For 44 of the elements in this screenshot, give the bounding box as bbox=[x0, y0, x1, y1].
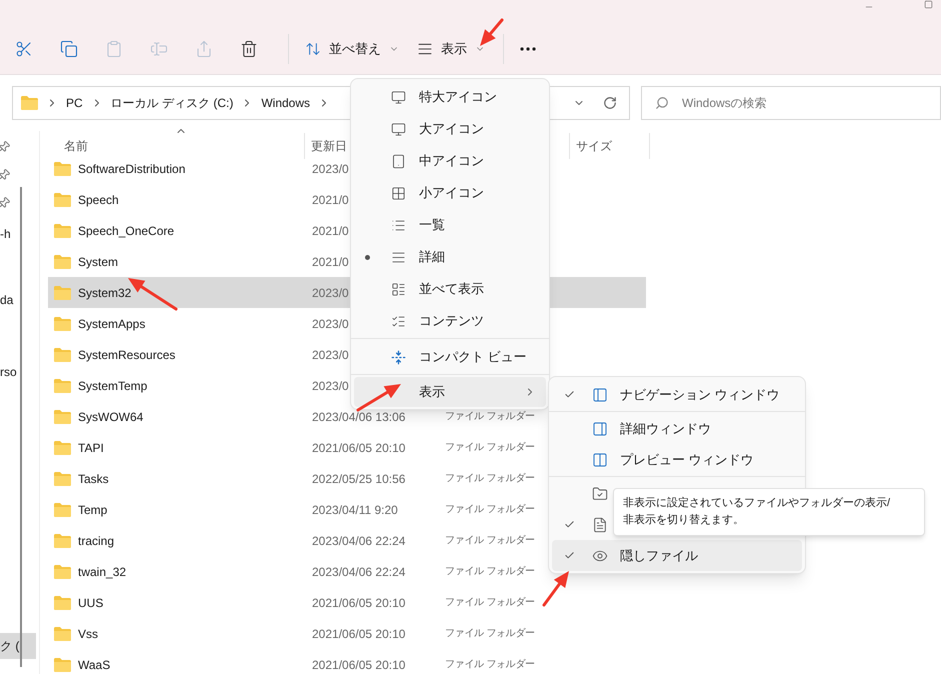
type-cell-text: ファイル フォルダー bbox=[445, 503, 535, 517]
type-cell-text: ファイル フォルダー bbox=[445, 472, 535, 486]
file-name: UUS bbox=[78, 594, 104, 612]
file-name: SysWOW64 bbox=[78, 408, 144, 426]
file-name: Tasks bbox=[78, 470, 109, 488]
type-cell-text: ファイル フォルダー bbox=[445, 658, 535, 672]
date-cell: 2023/04/11 9:20 bbox=[312, 502, 398, 516]
tooltip-text: 非表示に設定されているファイルやフォルダーの表示/ 非表示を切り替えます。 bbox=[623, 497, 890, 526]
file-name: twain_32 bbox=[78, 564, 126, 580]
file-name: WaaS bbox=[78, 656, 110, 674]
file-name: tracing bbox=[78, 532, 114, 550]
file-name: System bbox=[78, 254, 118, 270]
date-cell: 2022/05/25 10:56 bbox=[312, 472, 406, 486]
file-name: SystemApps bbox=[78, 316, 146, 332]
date-cell: 2023/0 bbox=[312, 286, 349, 300]
file-name: SoftwareDistribution bbox=[78, 160, 186, 178]
type-cell-text: ファイル フォルダー bbox=[445, 410, 535, 424]
file-name: Speech bbox=[78, 192, 119, 208]
date-cell: 2021/0 bbox=[312, 254, 349, 268]
date-cell: 2023/0 bbox=[312, 316, 349, 330]
file-name: System32 bbox=[78, 284, 132, 302]
file-name: Speech_OneCore bbox=[78, 222, 174, 240]
file-name: SystemResources bbox=[78, 346, 176, 364]
date-cell: 2023/04/06 13:06 bbox=[312, 410, 406, 424]
date-cell: 2023/0 bbox=[312, 378, 349, 392]
type-cell-text: ファイル フォルダー bbox=[445, 627, 535, 641]
file-name: SystemTemp bbox=[78, 378, 148, 394]
type-cell-text: ファイル フォルダー bbox=[445, 596, 535, 610]
type-cell-text: ファイル フォルダー bbox=[445, 565, 535, 579]
date-cell: 2021/06/05 20:10 bbox=[312, 626, 406, 640]
date-cell: 2021/06/05 20:10 bbox=[312, 596, 406, 610]
date-cell: 2023/04/06 22:24 bbox=[312, 534, 406, 548]
date-cell: 2023/0 bbox=[312, 348, 349, 362]
file-name: Temp bbox=[78, 502, 108, 518]
date-cell: 2021/0 bbox=[312, 224, 349, 238]
date-cell: 2021/0 bbox=[312, 192, 349, 206]
type-cell-text: ファイル フォルダー bbox=[445, 441, 535, 455]
type-cell-text: ファイル フォルダー bbox=[445, 534, 535, 548]
date-cell: 2021/06/05 20:10 bbox=[312, 440, 406, 454]
date-cell: 2023/04/06 22:24 bbox=[312, 564, 406, 578]
file-name: Vss bbox=[78, 626, 98, 642]
date-cell: 2021/06/05 20:10 bbox=[312, 658, 406, 672]
file-name: TAPI bbox=[78, 440, 104, 456]
date-cell: 2023/0 bbox=[312, 162, 349, 176]
